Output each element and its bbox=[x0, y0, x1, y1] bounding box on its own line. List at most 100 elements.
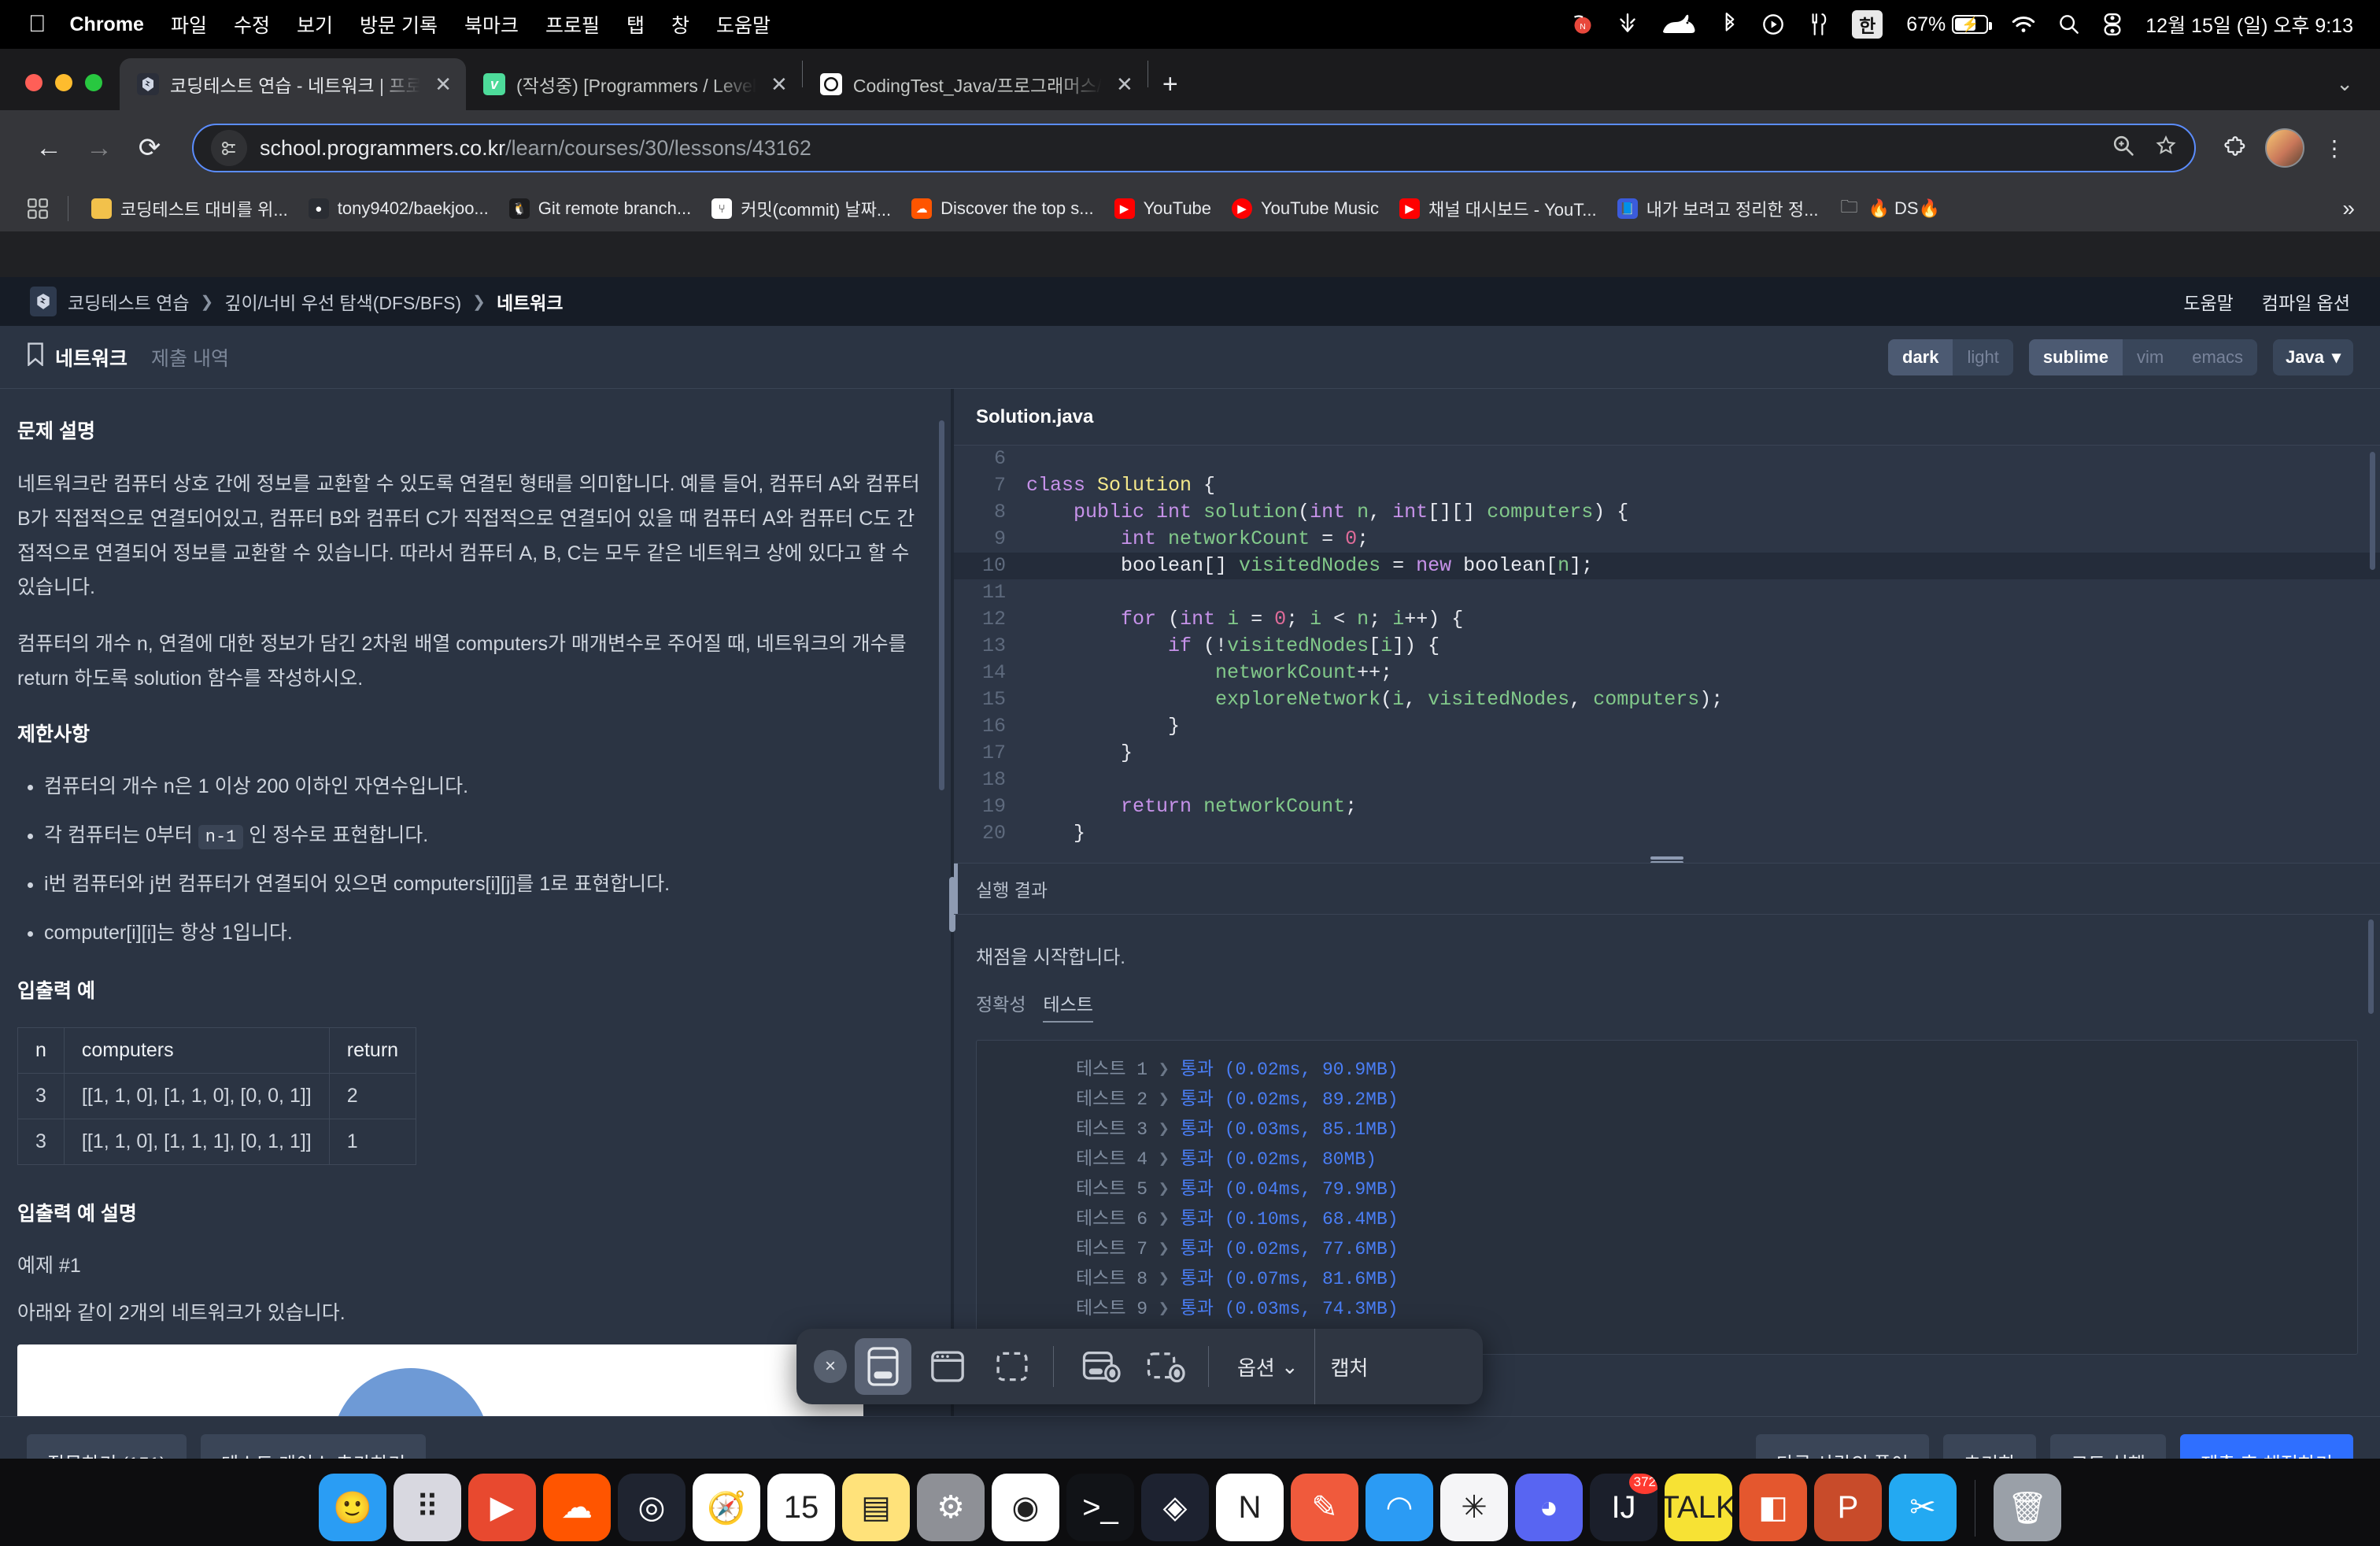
settings-icon[interactable]: ⚙ bbox=[917, 1474, 985, 1541]
rabbit-status-icon[interactable] bbox=[1661, 13, 1698, 36]
bookmark-item-3[interactable]: 🐧 Git remote branch... bbox=[499, 191, 701, 226]
screenshot-options-button[interactable]: 옵션 ⌄ bbox=[1221, 1352, 1314, 1381]
keymap-emacs-option[interactable]: emacs bbox=[2178, 339, 2257, 375]
theme-toggle[interactable]: dark light bbox=[1888, 338, 2013, 375]
code-line-20[interactable]: 20 } bbox=[954, 820, 2380, 847]
bookmark-item-10[interactable]: 🗀 🔥 DS🔥 bbox=[1828, 191, 1949, 226]
back-button[interactable]: ← bbox=[24, 123, 74, 173]
bookmark-item-6[interactable]: ▶ YouTube bbox=[1104, 191, 1221, 226]
menu-item-bookmarks[interactable]: 북마크 bbox=[464, 10, 519, 39]
editor-scrollbar[interactable] bbox=[2370, 452, 2375, 570]
spotlight-search-icon[interactable] bbox=[2059, 14, 2079, 35]
breadcrumb-item-2[interactable]: 깊이/너비 우선 탐색(DFS/BFS) bbox=[224, 288, 461, 315]
control-center-icon[interactable] bbox=[2103, 13, 2122, 35]
menu-app-name[interactable]: Chrome bbox=[70, 13, 144, 36]
menu-item-view[interactable]: 보기 bbox=[297, 10, 333, 39]
zoom-icon[interactable]: ◧ bbox=[1739, 1474, 1807, 1541]
profile-avatar[interactable] bbox=[2265, 128, 2304, 168]
menu-item-window[interactable]: 창 bbox=[671, 10, 689, 39]
code-editor-body[interactable]: 6 7 class Solution {8 public int solution(… bbox=[954, 446, 2380, 847]
bookmarks-overflow-button[interactable]: » bbox=[2342, 196, 2360, 221]
chrome-menu-icon[interactable]: ⋮ bbox=[2312, 126, 2356, 170]
code-editor[interactable]: 6 7 class Solution {8 public int solution(… bbox=[954, 446, 2380, 863]
editor-resize-grip[interactable] bbox=[1650, 856, 1683, 860]
vscode-icon[interactable]: ✂ bbox=[1889, 1474, 1957, 1541]
powerpoint-icon[interactable]: P bbox=[1814, 1474, 1882, 1541]
language-select[interactable]: Java ▾ bbox=[2273, 338, 2353, 375]
new-tab-button[interactable]: + bbox=[1162, 71, 1178, 98]
compile-options-link[interactable]: 컴파일 옵션 bbox=[2262, 288, 2350, 315]
bookmark-star-icon[interactable] bbox=[2155, 135, 2177, 162]
maximize-window-button[interactable] bbox=[85, 74, 102, 91]
problem-pane-scrollbar[interactable] bbox=[939, 420, 944, 790]
keymap-toggle[interactable]: sublime vim emacs bbox=[2028, 338, 2257, 375]
capture-entire-screen-icon[interactable] bbox=[855, 1338, 911, 1395]
notion-icon[interactable]: N bbox=[1216, 1474, 1284, 1541]
ppt-viewer-icon[interactable]: ▶ bbox=[468, 1474, 536, 1541]
code-line-18[interactable]: 18 bbox=[954, 767, 2380, 793]
code-line-7[interactable]: 7 class Solution { bbox=[954, 472, 2380, 499]
menu-item-profile[interactable]: 프로필 bbox=[545, 10, 600, 39]
soundcloud-icon[interactable]: ☁ bbox=[543, 1474, 611, 1541]
camera-icon[interactable]: ◎ bbox=[618, 1474, 686, 1541]
results-tab-test[interactable]: 테스트 bbox=[1043, 989, 1093, 1023]
discord-icon[interactable]: ◕ bbox=[1515, 1474, 1583, 1541]
keymap-vim-option[interactable]: vim bbox=[2123, 339, 2178, 375]
download-status-icon[interactable] bbox=[1617, 13, 1638, 36]
capture-selection-icon[interactable] bbox=[984, 1338, 1040, 1395]
site-settings-icon[interactable] bbox=[211, 130, 247, 166]
pencil-icon[interactable]: ✎ bbox=[1291, 1474, 1358, 1541]
extensions-puzzle-icon[interactable] bbox=[2213, 126, 2257, 170]
close-tab-2-button[interactable]: ✕ bbox=[767, 74, 791, 94]
close-tab-3-button[interactable]: ✕ bbox=[1113, 74, 1136, 94]
launchpad-icon[interactable]: ⠿ bbox=[394, 1474, 461, 1541]
bookmark-item-5[interactable]: ☁ Discover the top s... bbox=[901, 191, 1103, 226]
zoom-icon[interactable] bbox=[2112, 135, 2134, 162]
code-line-19[interactable]: 19 return networkCount; bbox=[954, 793, 2380, 820]
code-line-8[interactable]: 8 public int solution(int n, int[][] com… bbox=[954, 499, 2380, 526]
code-line-6[interactable]: 6 bbox=[954, 446, 2380, 472]
terminal-icon[interactable]: >_ bbox=[1066, 1474, 1134, 1541]
bookmark-item-8[interactable]: ▶ 채널 대시보드 - YouT... bbox=[1389, 191, 1607, 226]
results-tab-accuracy[interactable]: 정확성 bbox=[976, 989, 1026, 1023]
chrome-icon[interactable]: ◉ bbox=[992, 1474, 1059, 1541]
breadcrumb-item-1[interactable]: 코딩테스트 연습 bbox=[68, 288, 190, 315]
close-icon[interactable]: × bbox=[814, 1350, 847, 1383]
menu-item-help[interactable]: 도움말 bbox=[716, 10, 771, 39]
code-line-10[interactable]: 10 boolean[] visitedNodes = new boolean[… bbox=[954, 553, 2380, 579]
help-link[interactable]: 도움말 bbox=[2183, 288, 2233, 315]
code-line-16[interactable]: 16 } bbox=[954, 713, 2380, 740]
programmers-logo-icon[interactable] bbox=[30, 287, 57, 316]
record-selection-icon[interactable] bbox=[1139, 1338, 1196, 1395]
close-tab-1-button[interactable]: ✕ bbox=[431, 74, 455, 94]
code-line-15[interactable]: 15 exploreNetwork(i, visitedNodes, compu… bbox=[954, 686, 2380, 713]
capture-button[interactable]: 캡처 bbox=[1315, 1352, 1384, 1381]
messenger-icon[interactable]: ◠ bbox=[1366, 1474, 1433, 1541]
keymap-sublime-option[interactable]: sublime bbox=[2028, 338, 2123, 375]
slack-icon[interactable]: ✳ bbox=[1440, 1474, 1508, 1541]
theme-dark-option[interactable]: dark bbox=[1888, 338, 1953, 375]
browser-tab-2[interactable]: v (작성중) [Programmers / Level ✕ bbox=[466, 58, 802, 110]
menu-item-tab[interactable]: 탭 bbox=[626, 10, 645, 39]
menu-item-file[interactable]: 파일 bbox=[171, 10, 207, 39]
menu-item-edit[interactable]: 수정 bbox=[234, 10, 270, 39]
theme-light-option[interactable]: light bbox=[1953, 339, 2012, 375]
bookmark-item-7[interactable]: ▶ YouTube Music bbox=[1221, 191, 1389, 226]
code-line-12[interactable]: 12 for (int i = 0; i < n; i++) { bbox=[954, 606, 2380, 633]
close-window-button[interactable] bbox=[25, 74, 42, 91]
code-line-13[interactable]: 13 if (!visitedNodes[i]) { bbox=[954, 633, 2380, 660]
tab-problem[interactable]: 네트워크 bbox=[55, 343, 128, 372]
menu-bar-clock[interactable]: 12월 15일 (일) 오후 9:13 bbox=[2145, 10, 2353, 39]
window-controls[interactable] bbox=[0, 74, 120, 110]
problem-description-pane[interactable]: 문제 설명 네트워크란 컴퓨터 상호 간에 정보를 교환할 수 있도록 연결된 … bbox=[0, 389, 951, 1417]
code-line-9[interactable]: 9 int networkCount = 0; bbox=[954, 526, 2380, 553]
obsidian-icon[interactable]: ◈ bbox=[1141, 1474, 1209, 1541]
forward-button[interactable]: → bbox=[74, 123, 124, 173]
browser-tab-3[interactable]: CodingTest_Java/프로그래머스/ ✕ bbox=[803, 58, 1148, 110]
kakaotalk-icon[interactable]: TALK bbox=[1665, 1474, 1732, 1541]
safari-icon[interactable]: 🧭 bbox=[693, 1474, 760, 1541]
reload-button[interactable]: ⟳ bbox=[124, 123, 175, 173]
ime-indicator[interactable]: 한 bbox=[1852, 10, 1883, 39]
code-line-17[interactable]: 17 } bbox=[954, 740, 2380, 767]
intellij-icon[interactable]: IJ 372 bbox=[1590, 1474, 1658, 1541]
